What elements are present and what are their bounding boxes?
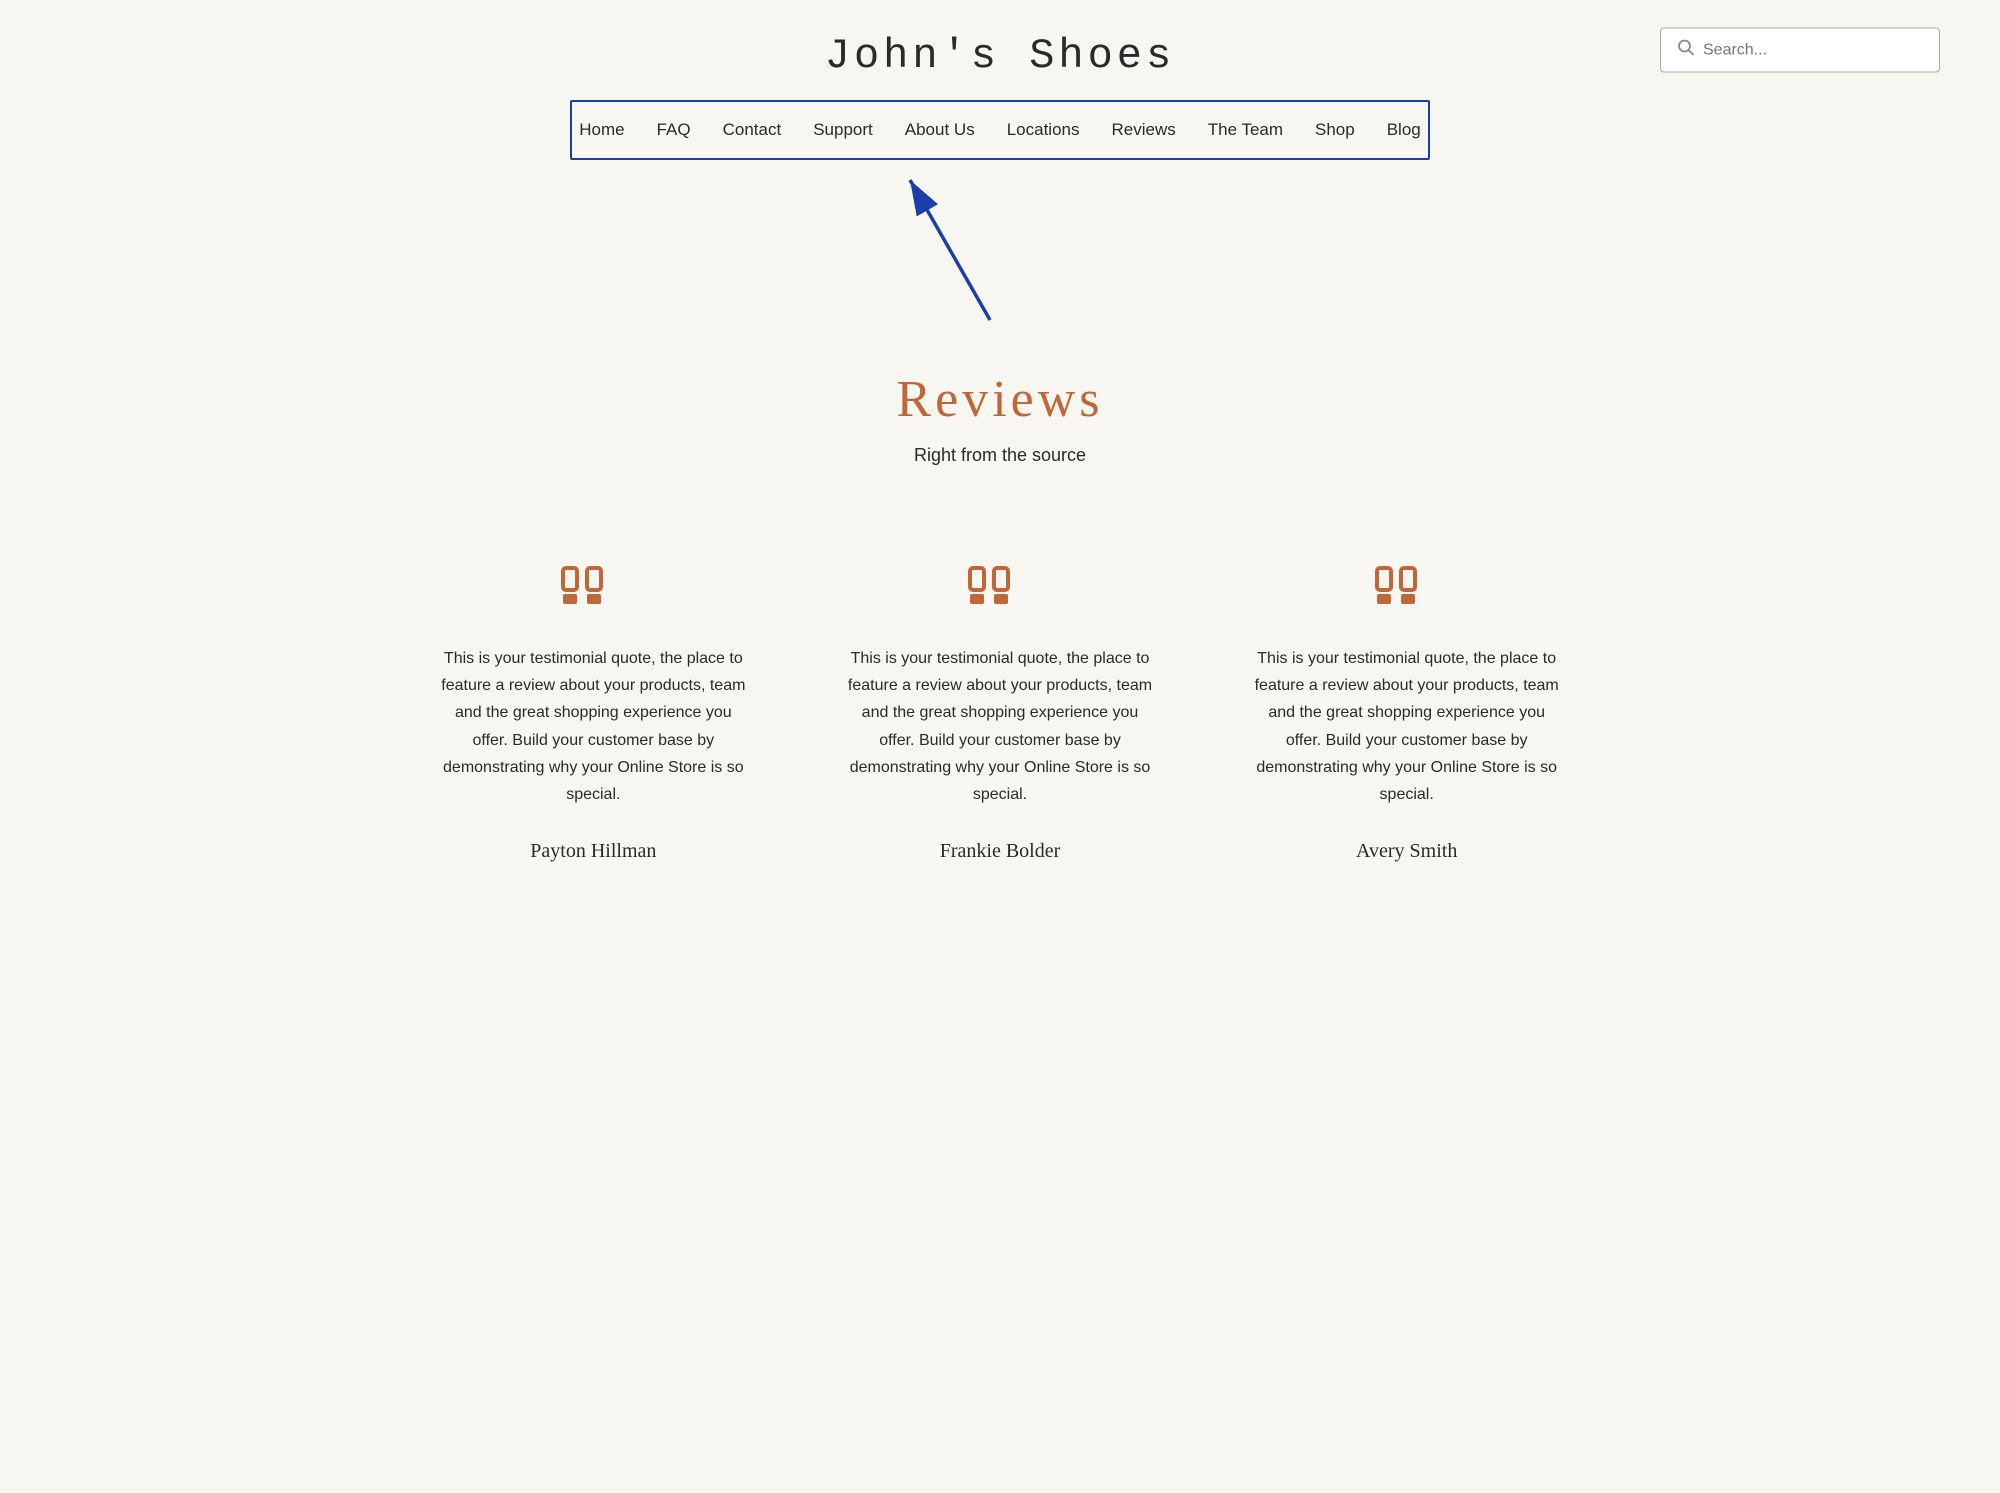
- testimonial-author-2: Avery Smith: [1253, 840, 1560, 863]
- testimonial-author-1: Frankie Bolder: [847, 840, 1154, 863]
- quote-icon-1: [847, 566, 1154, 621]
- nav-team[interactable]: The Team: [1192, 116, 1299, 144]
- nav-home[interactable]: Home: [563, 116, 640, 144]
- header: John's Shoes: [0, 0, 2000, 100]
- testimonial-card-1: This is your testimonial quote, the plac…: [797, 546, 1204, 883]
- reviews-section: Reviews Right from the source: [0, 330, 2000, 486]
- nav-reviews[interactable]: Reviews: [1095, 116, 1191, 144]
- search-icon: [1677, 39, 1695, 62]
- nav: HomeFAQContactSupportAbout UsLocationsRe…: [572, 102, 1428, 158]
- reviews-subtitle: Right from the source: [20, 445, 1980, 466]
- search-input[interactable]: [1703, 41, 1923, 59]
- nav-faq[interactable]: FAQ: [641, 116, 707, 144]
- nav-contact[interactable]: Contact: [707, 116, 798, 144]
- nav-container: HomeFAQContactSupportAbout UsLocationsRe…: [570, 100, 1430, 160]
- quote-icon-2: [1253, 566, 1560, 621]
- testimonial-card-2: This is your testimonial quote, the plac…: [1203, 546, 1610, 883]
- testimonial-text-2: This is your testimonial quote, the plac…: [1253, 645, 1560, 808]
- nav-shop[interactable]: Shop: [1299, 116, 1371, 144]
- search-box[interactable]: [1660, 28, 1940, 73]
- nav-blog[interactable]: Blog: [1371, 116, 1437, 144]
- testimonial-card-0: This is your testimonial quote, the plac…: [390, 546, 797, 883]
- site-title: John's Shoes: [825, 32, 1175, 80]
- nav-support[interactable]: Support: [797, 116, 889, 144]
- reviews-title: Reviews: [20, 370, 1980, 429]
- testimonial-author-0: Payton Hillman: [440, 840, 747, 863]
- testimonial-text-1: This is your testimonial quote, the plac…: [847, 645, 1154, 808]
- nav-about[interactable]: About Us: [889, 116, 991, 144]
- nav-locations[interactable]: Locations: [991, 116, 1096, 144]
- annotation-arrow: [860, 160, 1020, 330]
- quote-icon-0: [440, 566, 747, 621]
- testimonial-text-0: This is your testimonial quote, the plac…: [440, 645, 747, 808]
- testimonials-grid: This is your testimonial quote, the plac…: [350, 546, 1650, 883]
